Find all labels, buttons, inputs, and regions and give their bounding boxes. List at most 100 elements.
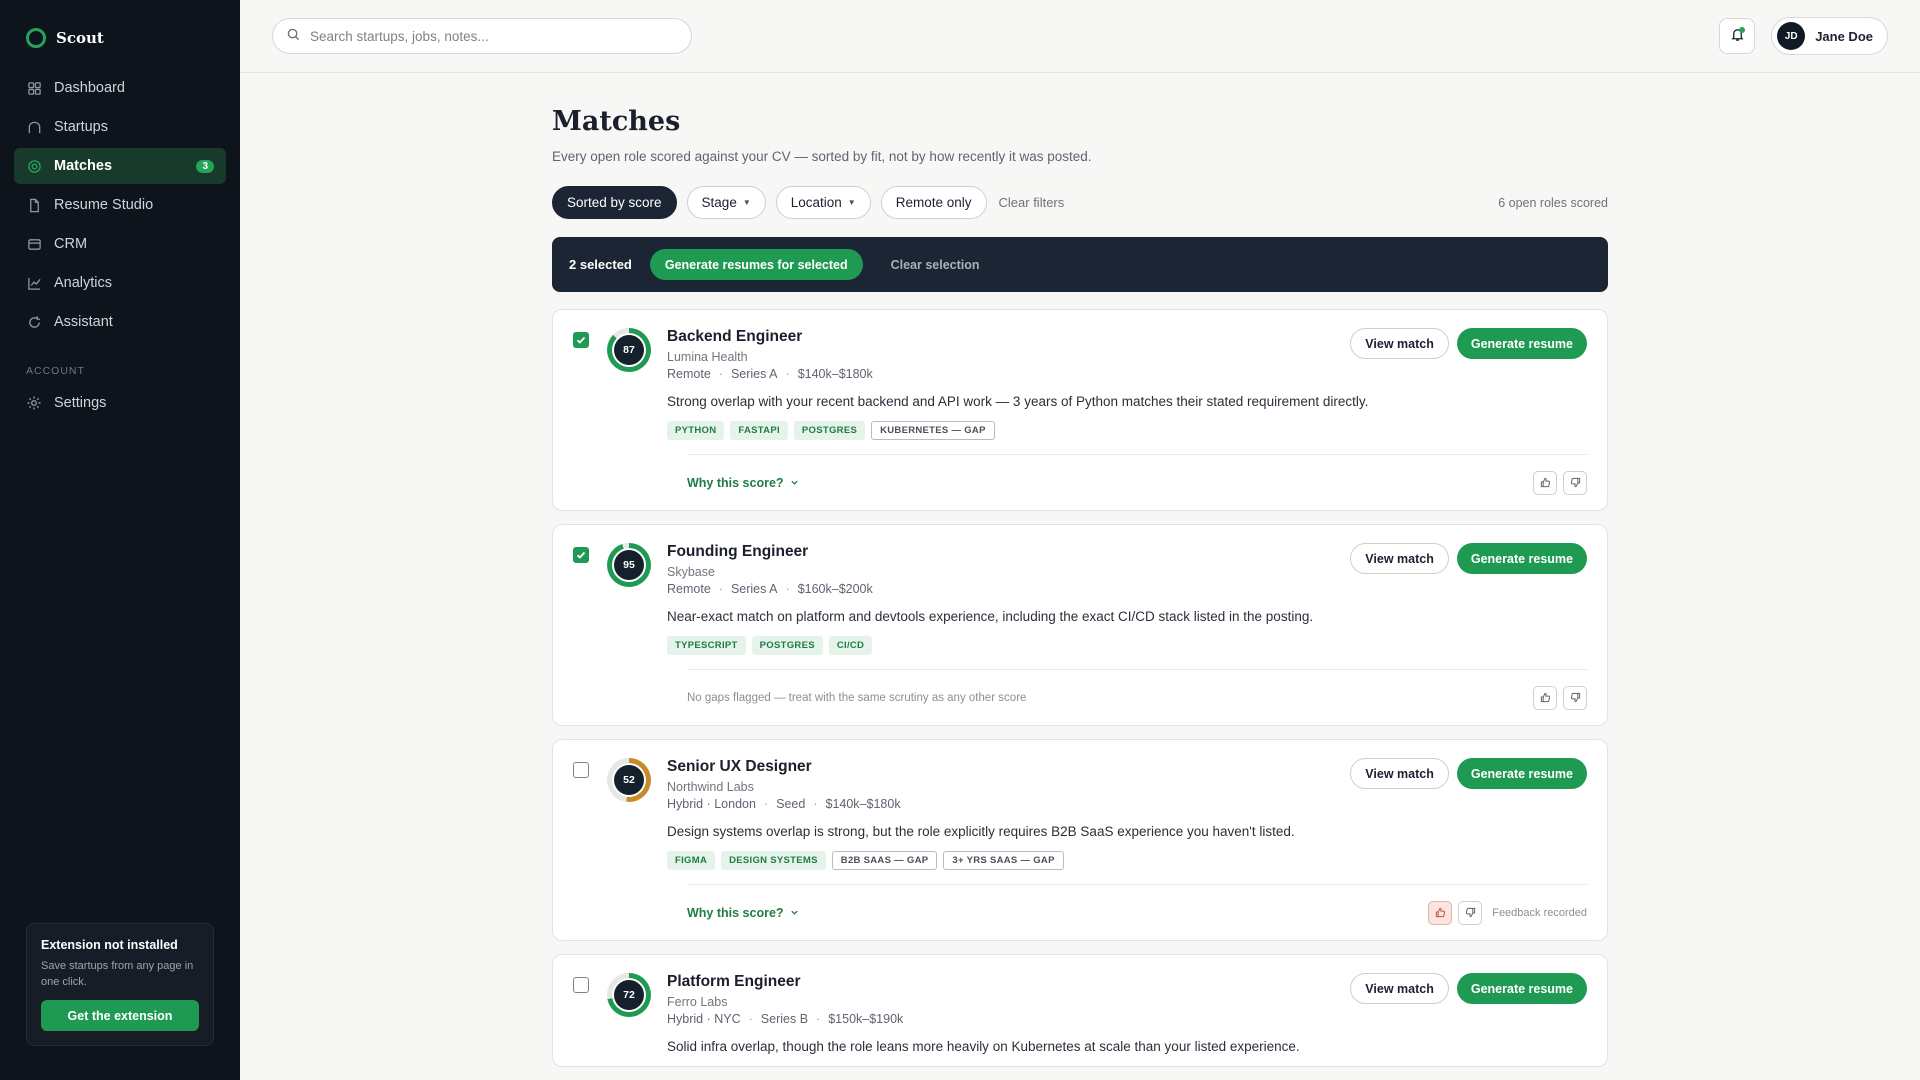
caret-down-icon: ▼: [742, 198, 751, 207]
view-match-button[interactable]: View match: [1350, 543, 1449, 574]
generate-resume-button[interactable]: Generate resume: [1456, 328, 1587, 359]
view-match-button[interactable]: View match: [1350, 758, 1449, 789]
skill-tag: TYPESCRIPT: [667, 636, 746, 655]
sidebar: Scout Dashboard Startups Matches 3 Resume St…: [0, 0, 240, 1080]
sidebar-item-startups[interactable]: Startups: [14, 109, 226, 145]
skill-tag: POSTGRES: [793, 421, 866, 440]
job-meta-item: Remote: [667, 367, 711, 381]
remote-only-filter[interactable]: Remote only: [880, 186, 987, 219]
thumbs-up-button[interactable]: [1533, 470, 1557, 495]
sidebar-nav: Dashboard Startups Matches 3 Resume Studio CR…: [0, 70, 240, 340]
thumbs-up-icon: [1435, 905, 1446, 921]
match-summary: Strong overlap with your recent backend …: [667, 394, 1369, 409]
generate-resume-button[interactable]: Generate resume: [1456, 543, 1587, 574]
match-list: 87 Backend Engineer Lumina Health Remote…: [552, 309, 1608, 1067]
sidebar-item-settings[interactable]: Settings: [14, 385, 226, 421]
thumbs-down-icon: [1570, 690, 1581, 706]
meta-separator: ·: [748, 1012, 753, 1026]
view-match-button[interactable]: View match: [1350, 973, 1449, 1004]
user-menu[interactable]: JD Jane Doe: [1771, 17, 1888, 55]
match-score: 95: [614, 550, 644, 580]
skill-tag: PYTHON: [667, 421, 725, 440]
match-card: 72 Platform Engineer Ferro Labs Hybrid ·…: [552, 954, 1608, 1067]
skill-tag: B2B SAAS — GAP: [831, 851, 938, 870]
chevron-down-icon: [790, 906, 799, 920]
sidebar-item-assistant[interactable]: Assistant: [14, 304, 226, 340]
sidebar-item-label: CRM: [54, 236, 88, 252]
job-meta-item: $140k–$180k: [797, 367, 873, 381]
match-summary: Solid infra overlap, though the role lea…: [667, 1039, 1300, 1054]
thumbs-down-button[interactable]: [1563, 685, 1587, 710]
sidebar-item-dashboard[interactable]: Dashboard: [14, 70, 226, 106]
sidebar-item-crm[interactable]: CRM: [14, 226, 226, 262]
job-meta-item: Series A: [730, 367, 778, 381]
sidebar-item-matches[interactable]: Matches 3: [14, 148, 226, 184]
meta-separator: ·: [718, 582, 723, 596]
get-extension-button[interactable]: Get the extension: [41, 1000, 199, 1031]
thumbs-up-icon: [1540, 690, 1551, 706]
stage-filter[interactable]: Stage ▼: [686, 186, 766, 219]
remote-only-label: Remote only: [895, 195, 972, 210]
select-checkbox[interactable]: [573, 547, 589, 563]
generate-selected-button[interactable]: Generate resumes for selected: [649, 249, 863, 280]
match-summary: Near-exact match on platform and devtool…: [667, 609, 1314, 624]
brand[interactable]: Scout: [0, 0, 240, 70]
location-filter-label: Location: [790, 195, 842, 210]
meta-separator: ·: [785, 367, 790, 381]
clear-selection-link[interactable]: Clear selection: [891, 258, 980, 272]
roles-count: 6 open roles scored: [1498, 195, 1608, 210]
clear-filters-link[interactable]: Clear filters: [999, 195, 1065, 210]
score-ring: 95: [607, 543, 651, 587]
sidebar-item-label: Dashboard: [54, 80, 125, 96]
score-ring: 87: [607, 328, 651, 372]
meta-separator: ·: [718, 367, 723, 381]
chevron-down-icon: [790, 476, 799, 490]
why-score-label: Why this score?: [687, 475, 784, 490]
stage-filter-label: Stage: [701, 195, 737, 210]
generate-resume-button[interactable]: Generate resume: [1456, 758, 1587, 789]
page-subtitle: Every open role scored against your CV —…: [552, 149, 1092, 164]
job-meta-item: Remote: [667, 582, 711, 596]
why-score-toggle[interactable]: Why this score?: [687, 476, 799, 490]
meta-separator: ·: [785, 582, 790, 596]
sidebar-item-label: Resume Studio: [54, 197, 154, 213]
thumbs-down-button[interactable]: [1563, 470, 1587, 495]
refresh-icon: [26, 314, 42, 330]
match-card: 87 Backend Engineer Lumina Health Remote…: [552, 309, 1608, 511]
notifications-button[interactable]: [1719, 18, 1756, 54]
thumbs-up-button[interactable]: [1428, 900, 1453, 925]
select-checkbox[interactable]: [573, 332, 589, 348]
location-filter[interactable]: Location ▼: [775, 186, 871, 219]
sort-chip[interactable]: Sorted by score: [552, 186, 677, 219]
extension-title: Extension not installed: [41, 938, 178, 952]
generate-resume-button[interactable]: Generate resume: [1456, 973, 1587, 1004]
job-meta: Hybrid · London · Seed · $140k–$180k: [667, 797, 1587, 811]
sidebar-item-analytics[interactable]: Analytics: [14, 265, 226, 301]
search-input[interactable]: [310, 28, 677, 44]
match-card: 52 Senior UX Designer Northwind Labs Hyb…: [552, 739, 1608, 941]
select-checkbox[interactable]: [573, 762, 589, 778]
sidebar-item-resume-studio[interactable]: Resume Studio: [14, 187, 226, 223]
search-box[interactable]: [272, 18, 692, 54]
thumbs-up-button[interactable]: [1533, 685, 1557, 710]
skill-tag: KUBERNETES — GAP: [871, 421, 995, 440]
extension-description: Save startups from any page in one click…: [41, 960, 194, 988]
thumbs-down-button[interactable]: [1458, 900, 1483, 925]
why-score-toggle[interactable]: Why this score?: [687, 906, 799, 920]
filter-bar: Sorted by score Stage ▼ Location ▼ Remote …: [552, 186, 1608, 219]
job-meta: Hybrid · NYC · Series B · $150k–$190k: [667, 1012, 1587, 1026]
job-meta-item: Series A: [730, 582, 778, 596]
sort-chip-label: Sorted by score: [567, 195, 662, 210]
skill-tag: FASTAPI: [730, 421, 788, 440]
view-match-button[interactable]: View match: [1350, 328, 1449, 359]
job-meta-item: Series B: [760, 1012, 809, 1026]
score-note: No gaps flagged — treat with the same sc…: [687, 691, 1027, 704]
select-checkbox[interactable]: [573, 977, 589, 993]
why-score-label: Why this score?: [687, 905, 784, 920]
grid-icon: [26, 80, 42, 96]
job-meta-item: $140k–$180k: [825, 797, 901, 811]
matches-content: Matches Every open role scored against y…: [552, 106, 1608, 1080]
skill-tag: FIGMA: [667, 851, 716, 870]
match-score: 72: [614, 980, 644, 1010]
chart-icon: [26, 275, 42, 291]
